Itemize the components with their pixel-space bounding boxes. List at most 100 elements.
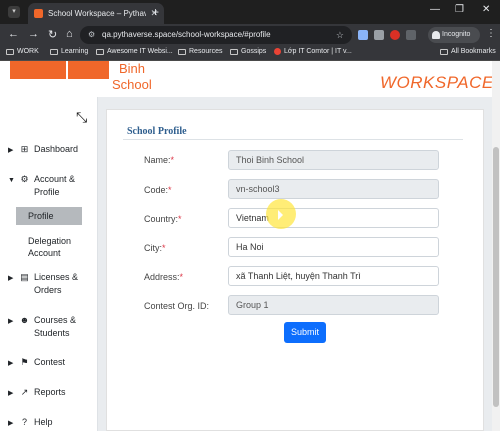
extensions-puzzle-icon[interactable] <box>406 30 416 40</box>
sidebar-item-label: Contest <box>34 357 66 367</box>
trophy-icon: ⚑ <box>20 357 29 367</box>
address-label: Address:* <box>144 272 184 282</box>
bookmark-label: Resources <box>189 48 223 55</box>
bookmark-learning[interactable]: Learning <box>50 48 88 55</box>
chevron-right-icon: ▶ <box>8 360 14 367</box>
logo-text-line2: School <box>112 77 152 92</box>
address-bar[interactable]: ⚙ qa.pythaverse.space/school-workspace/#… <box>80 26 352 44</box>
maximize-icon[interactable]: ❐ <box>455 4 464 15</box>
browser-menu-icon[interactable]: ⋮ <box>486 28 496 39</box>
folder-icon <box>50 48 58 55</box>
incognito-indicator[interactable]: Incognito <box>428 27 480 43</box>
name-field[interactable]: Thoi Binh School <box>228 150 439 170</box>
folder-icon <box>440 48 448 55</box>
sidebar-item-reports[interactable]: ▶ ↗ Reports <box>8 386 96 400</box>
city-field[interactable]: Ha Noi <box>228 237 439 257</box>
sidebar-item-licenses[interactable]: ▶ ▤ Licenses & Orders <box>8 271 96 297</box>
bookmark-label: Learning <box>61 48 89 55</box>
folder-icon <box>6 48 14 55</box>
bookmarks-bar: WORK Learning Awesome IT Websi... Resour… <box>0 46 500 61</box>
country-field[interactable]: Vietnam <box>228 208 439 228</box>
bookmark-label: Gossips <box>241 48 267 55</box>
page-scrollbar[interactable] <box>492 61 500 431</box>
minimize-icon[interactable]: — <box>430 4 440 15</box>
workspace-title: WORKSPACE <box>380 73 492 92</box>
sidebar-item-account-profile[interactable]: ▼ ⚙ Account & Profile <box>8 173 96 199</box>
school-profile-card: School Profile Name:* Thoi Binh School C… <box>106 109 484 431</box>
submit-button[interactable]: Submit <box>284 322 326 343</box>
students-icon: ☻ <box>19 315 30 325</box>
logo-block-left <box>10 61 66 79</box>
grid-icon: ⊞ <box>20 144 29 154</box>
tab-search-icon[interactable]: ▾ <box>8 6 20 18</box>
sidebar-item-label: Dashboard <box>34 144 79 154</box>
bookmark-work[interactable]: WORK <box>6 48 39 55</box>
site-dot-icon <box>274 48 281 55</box>
record-extension-icon[interactable] <box>390 30 400 40</box>
back-icon[interactable]: ← <box>8 28 19 40</box>
logo-text-line1: Binh <box>119 61 146 76</box>
address-url: qa.pythaverse.space/school-workspace/#pr… <box>102 30 271 39</box>
browser-toolbar: ← → ↻ ⌂ ⚙ qa.pythaverse.space/school-wor… <box>0 24 500 46</box>
sidebar-item-label: Courses & Students <box>34 315 77 338</box>
sidebar: ⤡ ▶ ⊞ Dashboard ▼ ⚙ Account & Profile Pr… <box>0 97 98 431</box>
home-icon[interactable]: ⌂ <box>66 28 73 40</box>
bookmark-gossips[interactable]: Gossips <box>230 48 266 55</box>
name-label: Name:* <box>144 155 175 165</box>
chart-line-icon: ↗ <box>20 387 29 397</box>
sidebar-item-label: Help <box>34 417 53 427</box>
scrollbar-thumb[interactable] <box>493 147 499 407</box>
bookmark-resources[interactable]: Resources <box>178 48 222 55</box>
sidebar-item-contest[interactable]: ▶ ⚑ Contest <box>8 356 96 370</box>
sidebar-item-profile[interactable]: Profile <box>16 207 82 225</box>
bookmark-star-icon[interactable]: ☆ <box>336 26 344 44</box>
site-favicon-icon <box>34 9 43 18</box>
bookmark-label: Awesome IT Websi... <box>107 48 173 55</box>
bookmark-lop-it[interactable]: Lớp IT Comtor | IT v... <box>274 48 352 55</box>
code-field[interactable]: vn-school3 <box>228 179 439 199</box>
sidebar-item-dashboard[interactable]: ▶ ⊞ Dashboard <box>8 143 96 157</box>
collapse-sidebar-icon[interactable]: ⤡ <box>76 109 87 126</box>
chevron-right-icon: ▶ <box>8 275 14 282</box>
sidebar-item-courses[interactable]: ▶ ☻ Courses & Students <box>8 314 96 340</box>
chevron-right-icon: ▶ <box>8 147 14 154</box>
receipt-icon: ▤ <box>20 272 29 282</box>
sidebar-item-delegation[interactable]: Delegation Account <box>16 232 82 262</box>
site-info-icon[interactable]: ⚙ <box>88 26 95 44</box>
sidebar-item-help[interactable]: ▶ ? Help <box>8 416 96 430</box>
logo-block-right <box>68 61 109 79</box>
address-field[interactable]: xã Thanh Liệt, huyện Thanh Trì <box>228 266 439 286</box>
incognito-label: Incognito <box>442 31 471 38</box>
bookmark-label: WORK <box>17 48 39 55</box>
country-label: Country:* <box>144 214 182 224</box>
translate-extension-icon[interactable] <box>358 30 368 40</box>
sidebar-item-label: Licenses & Orders <box>34 272 79 295</box>
chevron-down-icon: ▼ <box>8 177 15 184</box>
sidebar-item-label: Account & Profile <box>34 174 76 197</box>
bookmark-awesome-it[interactable]: Awesome IT Websi... <box>96 48 173 55</box>
help-icon: ? <box>21 417 27 427</box>
code-label: Code:* <box>144 185 172 195</box>
folder-icon <box>230 48 238 55</box>
divider <box>123 139 463 140</box>
reload-icon[interactable]: ↻ <box>48 28 57 41</box>
forward-icon[interactable]: → <box>28 28 39 40</box>
extension-icon[interactable] <box>374 30 384 40</box>
tab-title: School Workspace – Pythaverse <box>48 9 147 18</box>
all-bookmarks[interactable]: All Bookmarks <box>440 48 496 55</box>
mouse-pointer-icon <box>278 210 288 220</box>
card-title: School Profile <box>127 126 187 137</box>
app-header: Binh School WORKSPACE <box>0 61 492 97</box>
folder-icon <box>96 48 104 55</box>
browser-tab-bar: ▾ School Workspace – Pythaverse ✕ + — ❐ … <box>0 0 500 24</box>
chevron-right-icon: ▶ <box>8 420 14 427</box>
contest-org-field[interactable]: Group 1 <box>228 295 439 315</box>
contest-org-label: Contest Org. ID: <box>144 301 210 311</box>
sidebar-item-label: Reports <box>34 387 66 397</box>
folder-icon <box>178 48 186 55</box>
new-tab-button[interactable]: + <box>152 5 159 19</box>
incognito-icon <box>432 31 440 39</box>
browser-tab[interactable]: School Workspace – Pythaverse ✕ <box>28 3 164 24</box>
gear-icon: ⚙ <box>20 174 29 184</box>
window-close-icon[interactable]: ✕ <box>482 4 490 15</box>
